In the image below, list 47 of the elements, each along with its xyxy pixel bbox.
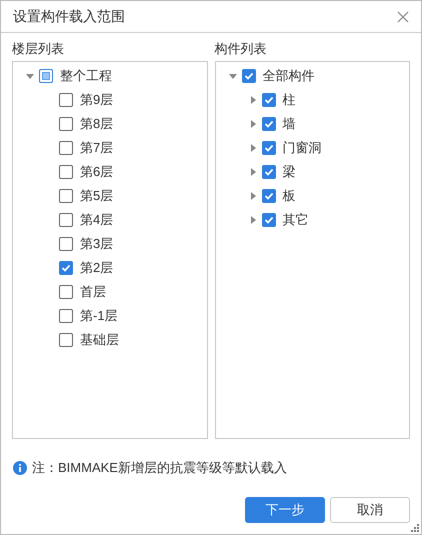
- tree-item-label[interactable]: 全部构件: [262, 67, 314, 85]
- tree-item-label[interactable]: 梁: [282, 163, 296, 181]
- tree-item-label[interactable]: 第-1层: [80, 307, 118, 325]
- checkbox[interactable]: [59, 309, 73, 323]
- checkbox[interactable]: [59, 333, 73, 347]
- tree-item-label[interactable]: 基础层: [80, 331, 119, 349]
- tree-item-label[interactable]: 门窗洞: [282, 139, 322, 157]
- checkbox[interactable]: [262, 213, 276, 227]
- tree-item-label[interactable]: 第2层: [80, 259, 114, 277]
- window-title: 设置构件载入范围: [13, 8, 125, 26]
- tree-item-label[interactable]: 柱: [282, 91, 296, 109]
- checkbox[interactable]: [262, 189, 276, 203]
- checkbox[interactable]: [59, 285, 73, 299]
- next-button[interactable]: 下一步: [245, 497, 325, 523]
- note-text: 注：BIMMAKE新增层的抗震等级等默认载入: [32, 459, 287, 477]
- tree-item-label[interactable]: 第4层: [80, 211, 114, 229]
- tree-item-label[interactable]: 整个工程: [60, 67, 112, 85]
- checkbox[interactable]: [59, 237, 73, 251]
- checkbox[interactable]: [59, 141, 73, 155]
- checkbox[interactable]: [59, 93, 73, 107]
- checkbox[interactable]: [59, 165, 73, 179]
- checkbox[interactable]: [262, 117, 276, 131]
- list-heading: 楼层列表: [12, 40, 65, 58]
- tree-item-label[interactable]: 板: [282, 187, 296, 205]
- tree-item-label[interactable]: 第8层: [80, 115, 114, 133]
- checkbox[interactable]: [59, 189, 73, 203]
- tree-item-label[interactable]: 第3层: [80, 235, 114, 253]
- resize-grip-icon[interactable]: [411, 524, 419, 532]
- cancel-button[interactable]: 取消: [330, 497, 410, 523]
- checkbox[interactable]: [242, 69, 256, 83]
- checkbox[interactable]: [262, 141, 276, 155]
- tree-item-label[interactable]: 第5层: [80, 187, 114, 205]
- tree-item-label[interactable]: 第6层: [80, 163, 114, 181]
- tree-item-label[interactable]: 第7层: [80, 139, 114, 157]
- checkbox[interactable]: [59, 213, 73, 227]
- list-heading: 构件列表: [214, 40, 268, 58]
- tree-item-label[interactable]: 其它: [282, 211, 308, 229]
- tree-item-label[interactable]: 第9层: [80, 91, 114, 109]
- close-icon[interactable]: [397, 10, 409, 22]
- info-icon: [13, 461, 27, 475]
- checkbox[interactable]: [59, 261, 73, 275]
- checkbox[interactable]: [262, 93, 276, 107]
- tree-item-label[interactable]: 墙: [282, 115, 296, 133]
- checkbox[interactable]: [39, 69, 53, 83]
- checkbox[interactable]: [262, 165, 276, 179]
- tree-item-label[interactable]: 首层: [80, 283, 106, 301]
- checkbox[interactable]: [59, 117, 73, 131]
